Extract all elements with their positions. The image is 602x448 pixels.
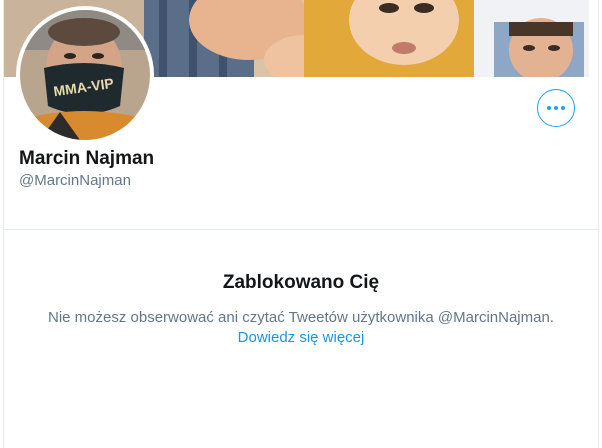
- profile-handle: @MarcinNajman: [19, 172, 131, 189]
- learn-more-link[interactable]: Dowiedz się więcej: [0, 329, 602, 346]
- section-divider: [4, 229, 598, 230]
- more-horizontal-icon: [547, 106, 565, 110]
- more-options-button[interactable]: [537, 89, 575, 127]
- blocked-description: Nie możesz obserwować ani czytać Tweetów…: [48, 309, 554, 326]
- profile-name: Marcin Najman: [19, 148, 155, 169]
- profile-avatar[interactable]: MMA-VIP: [16, 6, 154, 144]
- blocked-title: Zablokowano Cię: [222, 272, 380, 293]
